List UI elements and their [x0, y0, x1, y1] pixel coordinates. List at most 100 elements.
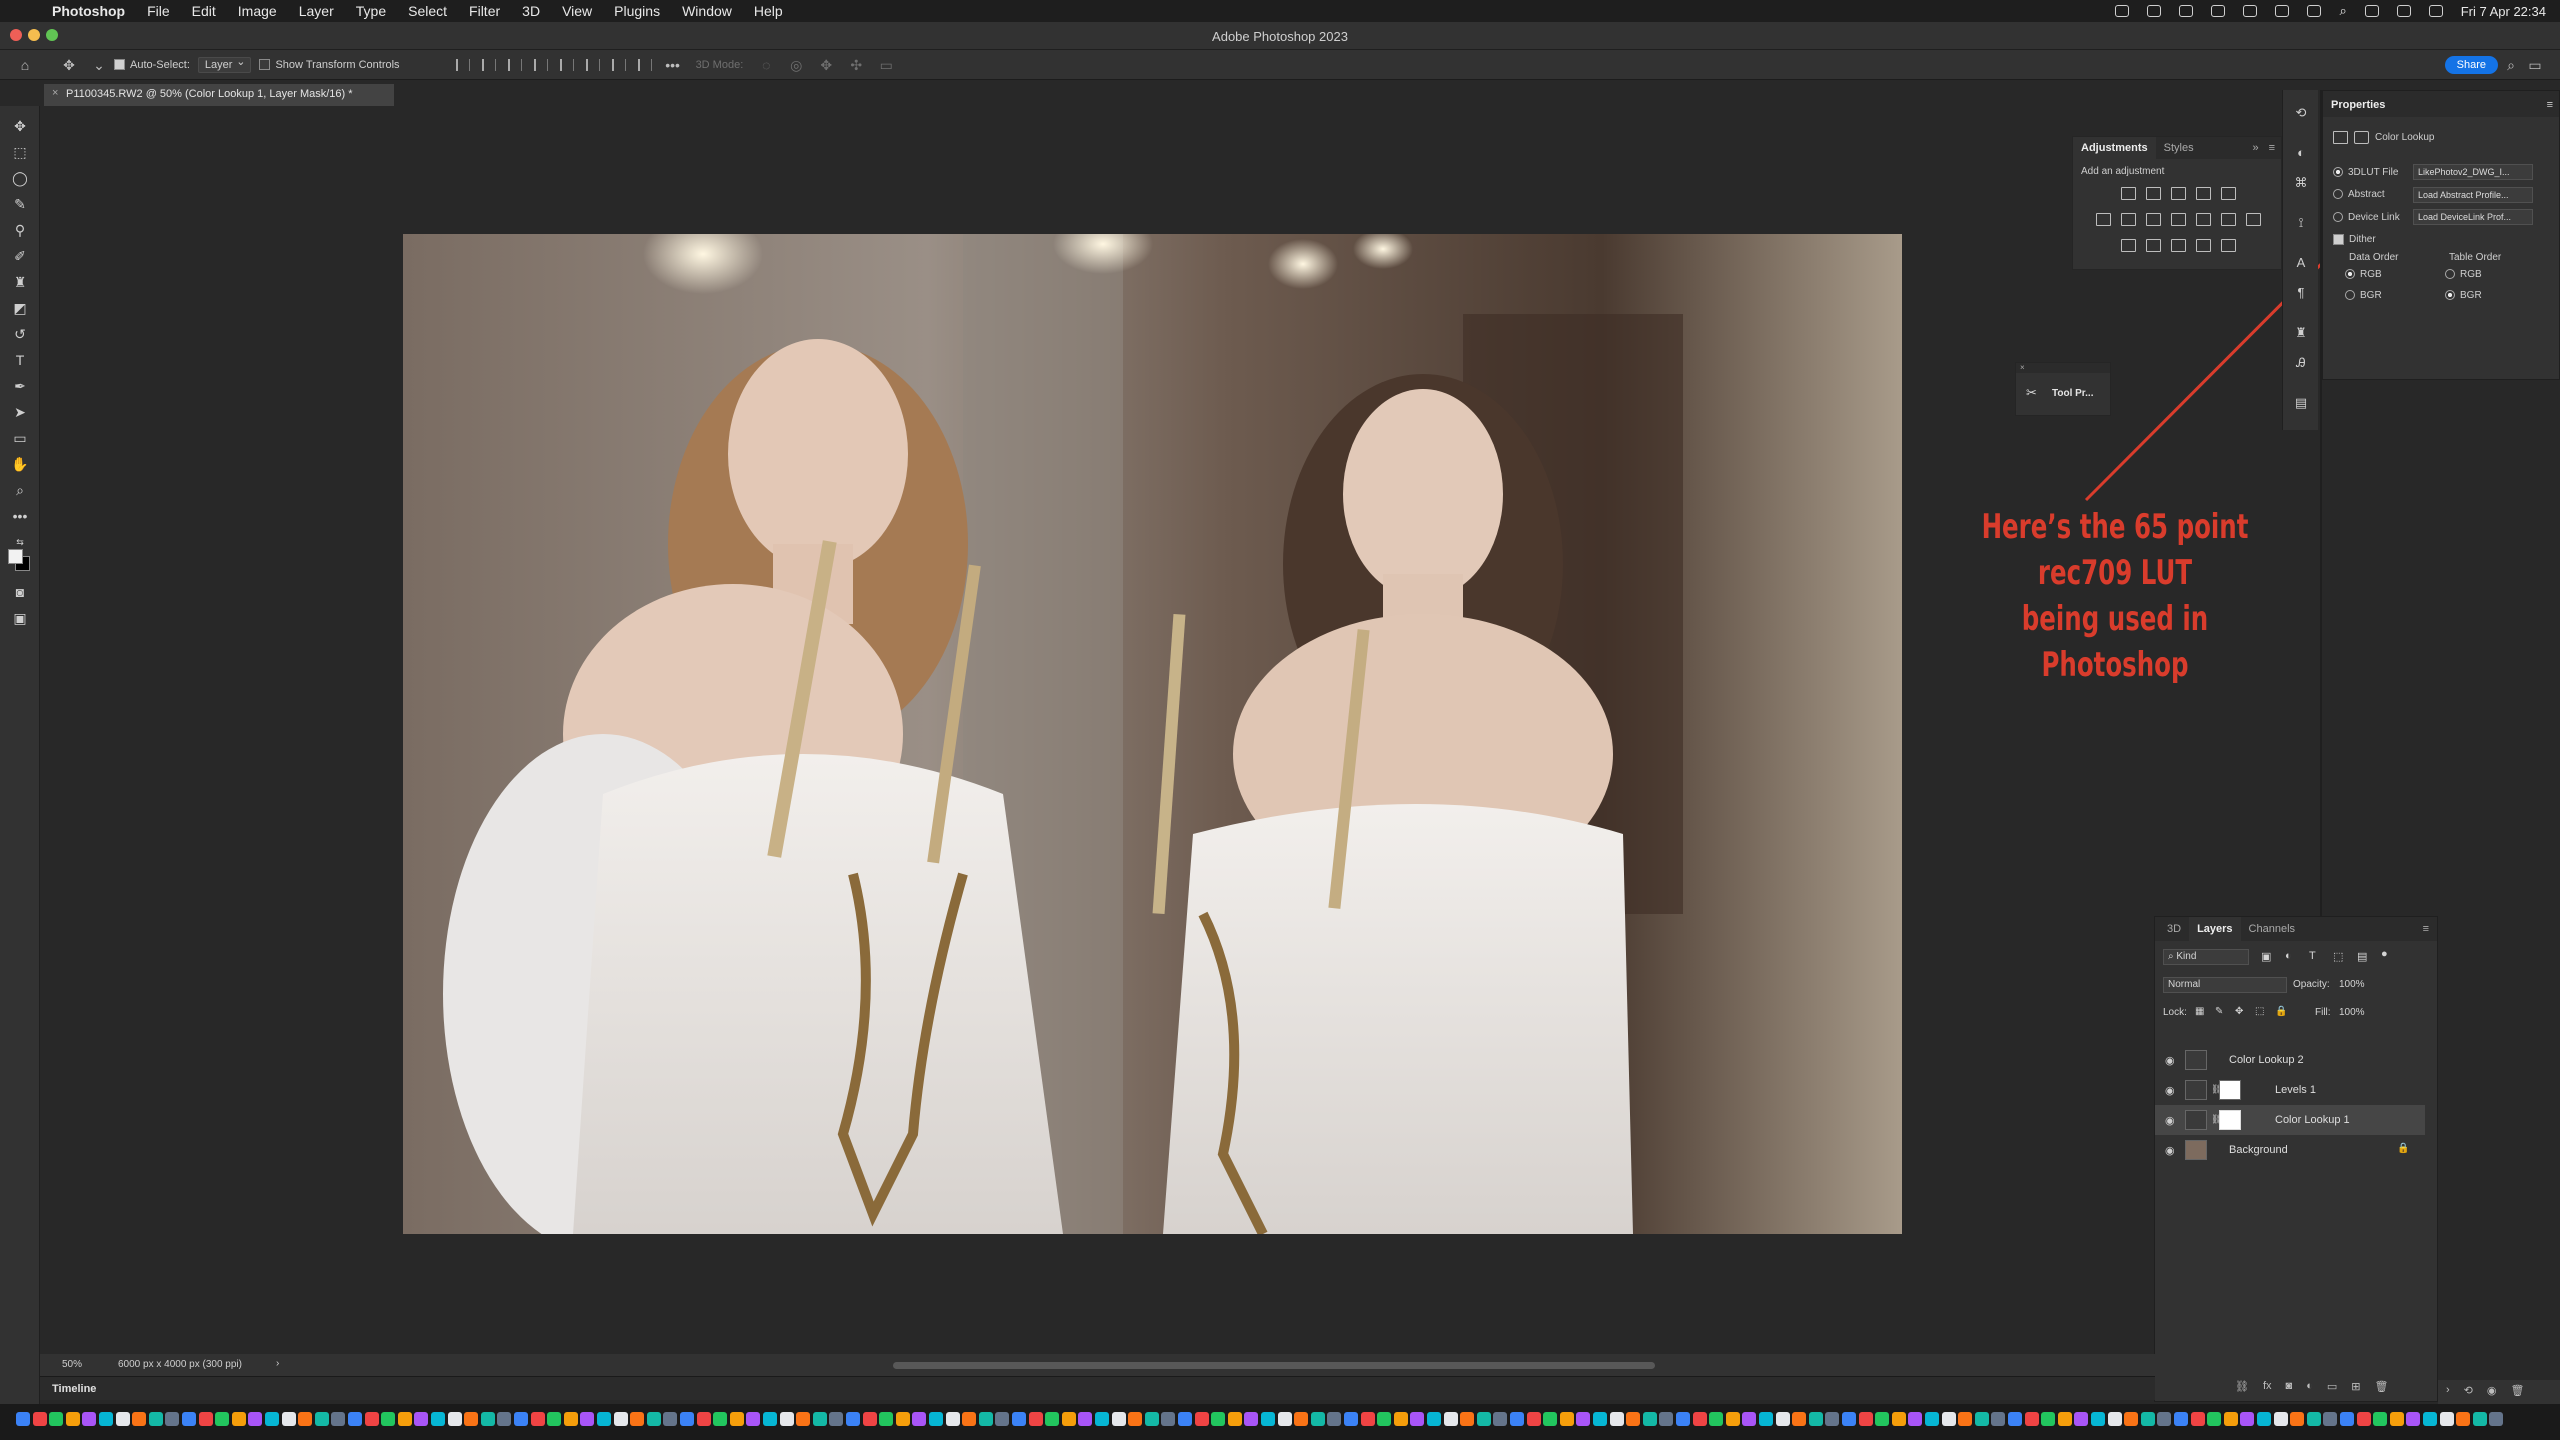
- dock-app-icon[interactable]: [2456, 1412, 2471, 1426]
- lock-pixels-icon[interactable]: ▦: [2195, 1006, 2204, 1017]
- dither-checkbox[interactable]: [2333, 234, 2344, 245]
- dock-app-icon[interactable]: [945, 1412, 960, 1426]
- dock-app-icon[interactable]: [2223, 1412, 2238, 1426]
- dock-app-icon[interactable]: [630, 1412, 645, 1426]
- dock-app-icon[interactable]: [663, 1412, 678, 1426]
- dock-app-icon[interactable]: [2024, 1412, 2039, 1426]
- dock-app-icon[interactable]: [2174, 1412, 2188, 1426]
- menu-edit[interactable]: Edit: [192, 3, 216, 19]
- dock-app-icon[interactable]: [414, 1412, 429, 1426]
- delete-icon[interactable]: 🗑: [2511, 1384, 2525, 1400]
- dock-app-icon[interactable]: [2190, 1412, 2205, 1426]
- dock-app-icon[interactable]: [1095, 1412, 1109, 1426]
- tab-3d[interactable]: 3D: [2159, 917, 2189, 941]
- exposure-icon[interactable]: [2195, 187, 2211, 200]
- gradient-triangle-icon[interactable]: [2220, 187, 2236, 200]
- document-image[interactable]: [403, 234, 1902, 1234]
- dock-app-icon[interactable]: [1725, 1412, 1740, 1426]
- document-tab[interactable]: × P1100345.RW2 @ 50% (Color Lookup 1, La…: [44, 84, 394, 106]
- dock-app-icon[interactable]: [1958, 1412, 1973, 1426]
- dock-app-icon[interactable]: [2091, 1412, 2105, 1426]
- dock-app-icon[interactable]: [480, 1412, 495, 1426]
- dock-app-icon[interactable]: [2057, 1412, 2072, 1426]
- dock-app-icon[interactable]: [530, 1412, 545, 1426]
- dock-app-icon[interactable]: [1908, 1412, 1923, 1426]
- dock-app-icon[interactable]: [2124, 1412, 2139, 1426]
- color-balance-icon[interactable]: [2145, 213, 2161, 226]
- table-order-rgb-radio[interactable]: [2445, 269, 2455, 280]
- transform-controls-checkbox[interactable]: [259, 59, 271, 70]
- screen-mode-icon[interactable]: ▣: [11, 610, 29, 626]
- new-adjustment-icon[interactable]: ◐: [2306, 1380, 2313, 1393]
- layer-style-fx-icon[interactable]: fx: [2263, 1380, 2272, 1393]
- dock-app-icon[interactable]: [1393, 1412, 1408, 1426]
- dock-app-icon[interactable]: [2207, 1412, 2222, 1426]
- clone-source-icon[interactable]: ♜: [2293, 326, 2309, 340]
- data-order-rgb-radio[interactable]: [2345, 269, 2355, 280]
- dock-app-icon[interactable]: [2373, 1412, 2388, 1426]
- dock-app-icon[interactable]: [796, 1412, 811, 1426]
- filter-type-icon[interactable]: T: [2309, 950, 2316, 962]
- dock-app-icon[interactable]: [364, 1412, 379, 1426]
- tab-layers[interactable]: Layers: [2189, 917, 2241, 941]
- dock-app-icon[interactable]: [879, 1412, 894, 1426]
- dock-app-icon[interactable]: [99, 1412, 113, 1426]
- dock-app-icon[interactable]: [497, 1412, 512, 1426]
- status-icon[interactable]: [2115, 5, 2130, 17]
- mask-icon[interactable]: [2354, 131, 2369, 144]
- spotlight-search-icon[interactable]: ⌕: [2339, 3, 2346, 19]
- dock-app-icon[interactable]: [115, 1412, 130, 1426]
- dock-app-icon[interactable]: [2389, 1412, 2404, 1426]
- dock-app-icon[interactable]: [2140, 1412, 2155, 1426]
- dock-app-icon[interactable]: [1111, 1412, 1126, 1426]
- dock-app-icon[interactable]: [1476, 1412, 1491, 1426]
- paragraph-icon[interactable]: ¶: [2293, 286, 2309, 300]
- dock-app-icon[interactable]: [812, 1412, 827, 1426]
- panel-menu-icon[interactable]: ≡: [2415, 917, 2437, 941]
- status-icon[interactable]: [2243, 5, 2258, 17]
- dock-app-icon[interactable]: [1277, 1412, 1292, 1426]
- more-options-icon[interactable]: •••: [664, 58, 682, 72]
- dock-app-icon[interactable]: [1360, 1412, 1375, 1426]
- dock-app-icon[interactable]: [2273, 1412, 2288, 1426]
- lock-position-icon[interactable]: ✥: [2235, 1006, 2243, 1017]
- dock-app-icon[interactable]: [1078, 1412, 1093, 1426]
- dock-app-icon[interactable]: [1377, 1412, 1392, 1426]
- timeline-panel-tab[interactable]: Timeline: [40, 1376, 2155, 1400]
- eraser-tool-icon[interactable]: ◩: [11, 300, 29, 316]
- dock-app-icon[interactable]: [613, 1412, 628, 1426]
- dock-app-icon[interactable]: [265, 1412, 279, 1426]
- dock-app-icon[interactable]: [646, 1412, 661, 1426]
- threshold-icon[interactable]: [2170, 239, 2186, 252]
- dock-app-icon[interactable]: [16, 1412, 30, 1426]
- distribute-icon[interactable]: [533, 58, 548, 71]
- layer-row[interactable]: ◉ ⛓ Levels 1: [2155, 1075, 2425, 1105]
- dock-app-icon[interactable]: [2157, 1412, 2172, 1426]
- dock-app-icon[interactable]: [1261, 1412, 1275, 1426]
- auto-select-checkbox[interactable]: [114, 59, 125, 70]
- history-brush-icon[interactable]: ↺: [11, 326, 29, 342]
- dock-app-icon[interactable]: [1891, 1412, 1906, 1426]
- fill-input[interactable]: 100%: [2339, 1007, 2365, 1018]
- dock-app-icon[interactable]: [447, 1412, 462, 1426]
- align-bottom-icon[interactable]: [611, 58, 626, 71]
- menu-select[interactable]: Select: [408, 3, 447, 19]
- menu-view[interactable]: View: [562, 3, 592, 19]
- dock-app-icon[interactable]: [779, 1412, 794, 1426]
- table-order-bgr-radio[interactable]: [2445, 290, 2455, 301]
- dock-app-icon[interactable]: [2356, 1412, 2371, 1426]
- menubar-clock[interactable]: Fri 7 Apr 22:34: [2461, 4, 2546, 19]
- dock-app-icon[interactable]: [2323, 1412, 2338, 1426]
- battery-icon[interactable]: [2275, 5, 2290, 17]
- visibility-eye-icon[interactable]: ◉: [2165, 1084, 2179, 1097]
- swap-colors-icon[interactable]: ⇆: [11, 534, 29, 550]
- dock-app-icon[interactable]: [248, 1412, 263, 1426]
- layer-row[interactable]: ◉ Color Lookup 2: [2155, 1045, 2425, 1075]
- tab-channels[interactable]: Channels: [2241, 917, 2303, 941]
- layer-mask-thumbnail[interactable]: [2219, 1110, 2241, 1130]
- share-button[interactable]: Share: [2444, 56, 2498, 74]
- dock-app-icon[interactable]: [995, 1412, 1010, 1426]
- pen-tool-icon[interactable]: ✒: [11, 378, 29, 394]
- zoom-level[interactable]: 50%: [62, 1359, 82, 1370]
- dock-app-icon[interactable]: [1028, 1412, 1043, 1426]
